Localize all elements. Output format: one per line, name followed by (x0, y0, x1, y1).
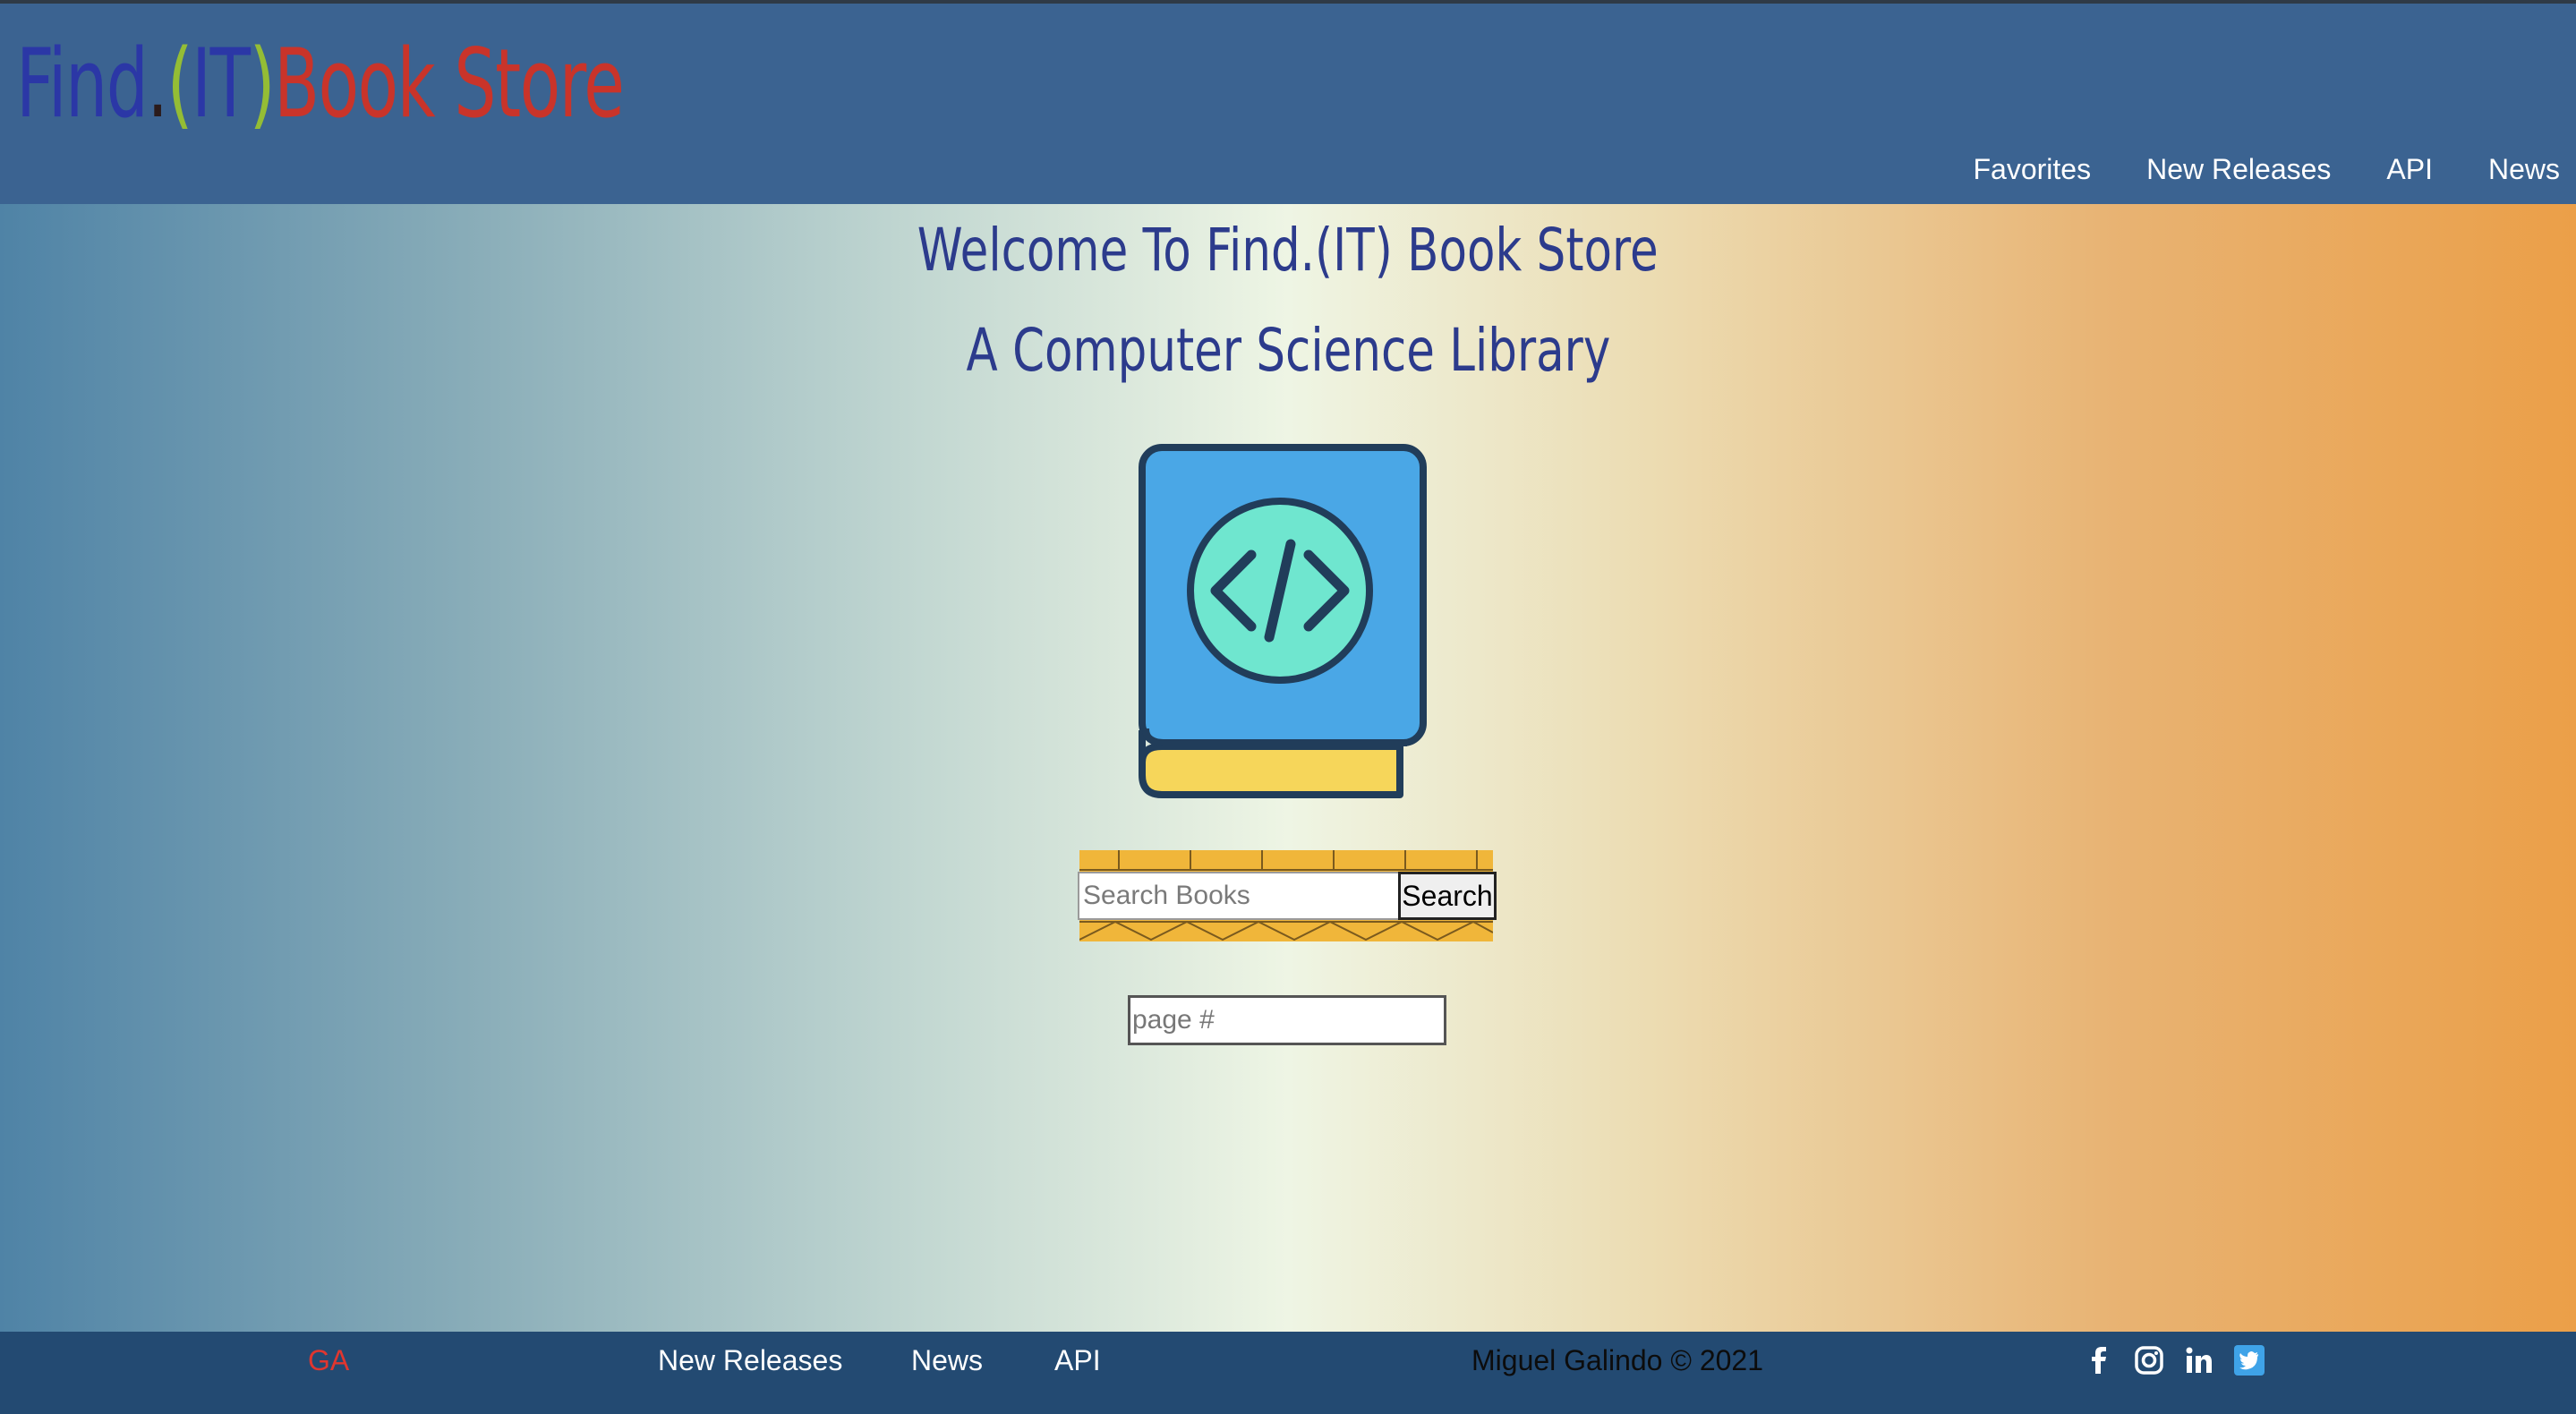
main-content: Welcome To Find.(IT) Book Store A Comput… (0, 204, 2576, 1332)
logo-book-store: Book Store (274, 29, 625, 139)
instagram-icon[interactable] (2134, 1345, 2164, 1376)
twitter-icon[interactable] (2234, 1345, 2265, 1376)
social-links (2084, 1342, 2284, 1378)
footer-brand: GA (308, 1344, 350, 1376)
site-logo[interactable]: Find.(IT)Book Store (16, 29, 625, 139)
footer-link-news[interactable]: News (911, 1332, 983, 1389)
site-header: Find.(IT)Book Store Favorites New Releas… (0, 0, 2576, 204)
page-number-input[interactable] (1128, 995, 1446, 1045)
nav-favorites[interactable]: Favorites (1974, 153, 2092, 186)
logo-dot: . (147, 29, 168, 139)
top-nav: Favorites New Releases API News (1918, 147, 2576, 192)
code-book-icon (1139, 444, 1427, 798)
nav-api[interactable]: API (2386, 153, 2433, 186)
nav-news[interactable]: News (2488, 153, 2560, 186)
footer-link-api[interactable]: API (1054, 1332, 1101, 1389)
welcome-heading-text: Welcome To Find.(IT) Book Store (917, 216, 1659, 285)
subtitle-heading: A Computer Science Library (0, 315, 2576, 387)
logo-close-paren: ) (249, 29, 276, 139)
footer-copyright: Miguel Galindo © 2021 (1471, 1344, 1763, 1376)
footer-link-new-releases[interactable]: New Releases (658, 1332, 842, 1389)
site-footer: GA New Releases News API Miguel Galindo … (0, 1332, 2576, 1414)
welcome-heading: Welcome To Find.(IT) Book Store (0, 215, 2576, 286)
logo-open-paren: ( (166, 29, 193, 139)
logo-find: Find (16, 29, 149, 139)
logo-it: IT (192, 29, 251, 139)
search-input[interactable] (1078, 872, 1400, 920)
facebook-icon[interactable] (2084, 1345, 2114, 1376)
nav-new-releases[interactable]: New Releases (2146, 153, 2331, 186)
search-button[interactable]: Search (1398, 872, 1497, 920)
subtitle-heading-text: A Computer Science Library (966, 316, 1610, 385)
linkedin-icon[interactable] (2184, 1345, 2214, 1376)
